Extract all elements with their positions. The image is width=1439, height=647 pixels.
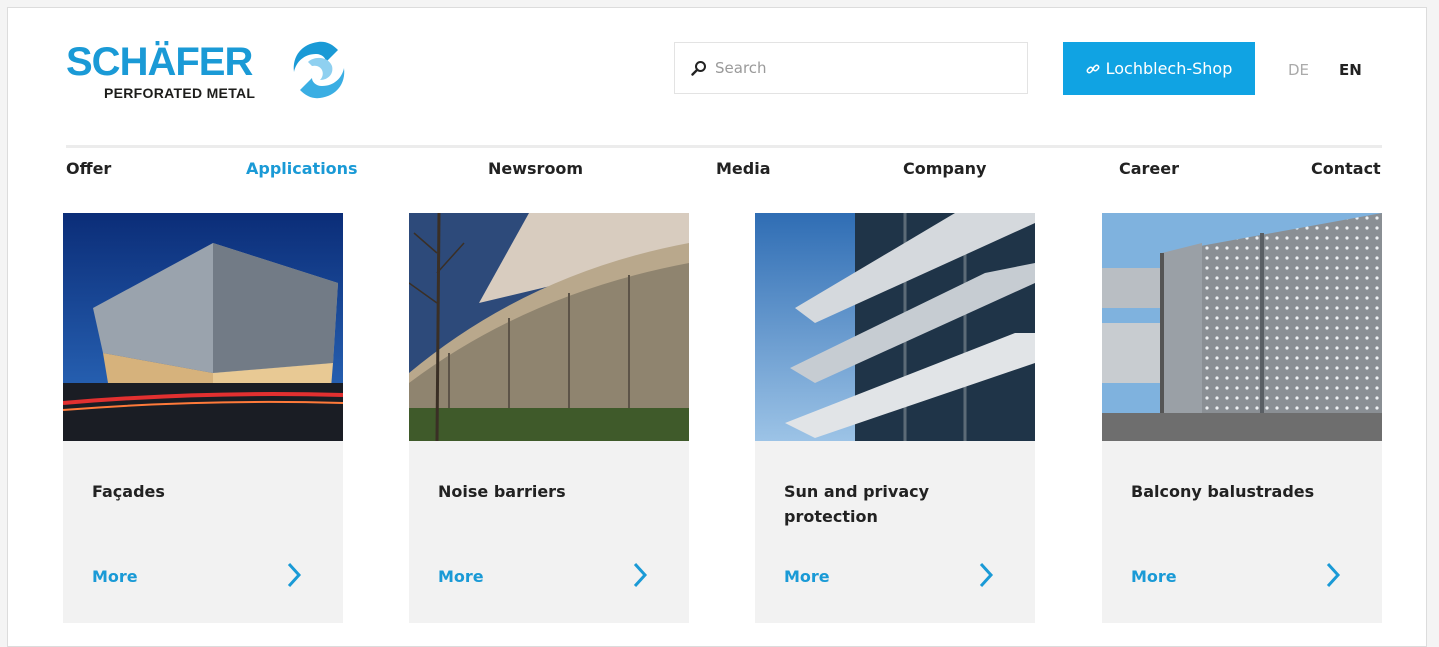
- nav-item-newsroom[interactable]: Newsroom: [488, 159, 583, 178]
- card-title: Sun and privacy protection: [784, 482, 930, 526]
- link-icon: [1086, 64, 1100, 73]
- card-title: Noise barriers: [438, 482, 566, 501]
- card-body: Façades More: [63, 441, 343, 623]
- nav-item-contact[interactable]: Contact: [1311, 159, 1381, 178]
- brand-mark-icon: [293, 41, 345, 99]
- brand-tagline: PERFORATED METAL: [104, 85, 256, 101]
- card-noise-barriers[interactable]: Noise barriers More: [409, 213, 689, 623]
- lochblech-shop-label: Lochblech-Shop: [1105, 59, 1233, 78]
- nav-item-media[interactable]: Media: [716, 159, 771, 178]
- more-link[interactable]: More: [784, 567, 830, 586]
- nav-item-company[interactable]: Company: [903, 159, 986, 178]
- card-sun-privacy[interactable]: Sun and privacy protection More: [755, 213, 1035, 623]
- page: SCHÄFER PERFORATED METAL Lochblech-Shop …: [7, 7, 1427, 647]
- language-de[interactable]: DE: [1288, 61, 1309, 79]
- chevron-right-icon[interactable]: [285, 561, 303, 589]
- brand-name: SCHÄFER: [66, 40, 253, 84]
- card-title: Balcony balustrades: [1131, 482, 1315, 501]
- card-image: [1102, 213, 1382, 441]
- card-body: Sun and privacy protection More: [755, 441, 1035, 623]
- language-en[interactable]: EN: [1339, 61, 1362, 79]
- search-box[interactable]: [674, 42, 1028, 94]
- chevron-right-icon[interactable]: [977, 561, 995, 589]
- card-facades[interactable]: Façades More: [63, 213, 343, 623]
- card-balcony-balustrades[interactable]: Balcony balustrades More: [1102, 213, 1382, 623]
- more-link[interactable]: More: [92, 567, 138, 586]
- header-divider: [66, 145, 1382, 148]
- chevron-right-icon[interactable]: [1324, 561, 1342, 589]
- brand-logo[interactable]: SCHÄFER PERFORATED METAL: [66, 38, 356, 106]
- more-link[interactable]: More: [438, 567, 484, 586]
- card-body: Noise barriers More: [409, 441, 689, 623]
- nav-item-applications[interactable]: Applications: [246, 159, 358, 178]
- card-image: [755, 213, 1035, 441]
- card-image: [409, 213, 689, 441]
- card-body: Balcony balustrades More: [1102, 441, 1382, 623]
- lochblech-shop-button[interactable]: Lochblech-Shop: [1063, 42, 1255, 95]
- nav-item-career[interactable]: Career: [1119, 159, 1179, 178]
- card-title: Façades: [92, 482, 165, 501]
- search-icon: [691, 61, 706, 76]
- nav-item-offer[interactable]: Offer: [66, 159, 111, 178]
- chevron-right-icon[interactable]: [631, 561, 649, 589]
- more-link[interactable]: More: [1131, 567, 1177, 586]
- card-image: [63, 213, 343, 441]
- search-input[interactable]: [713, 58, 1007, 78]
